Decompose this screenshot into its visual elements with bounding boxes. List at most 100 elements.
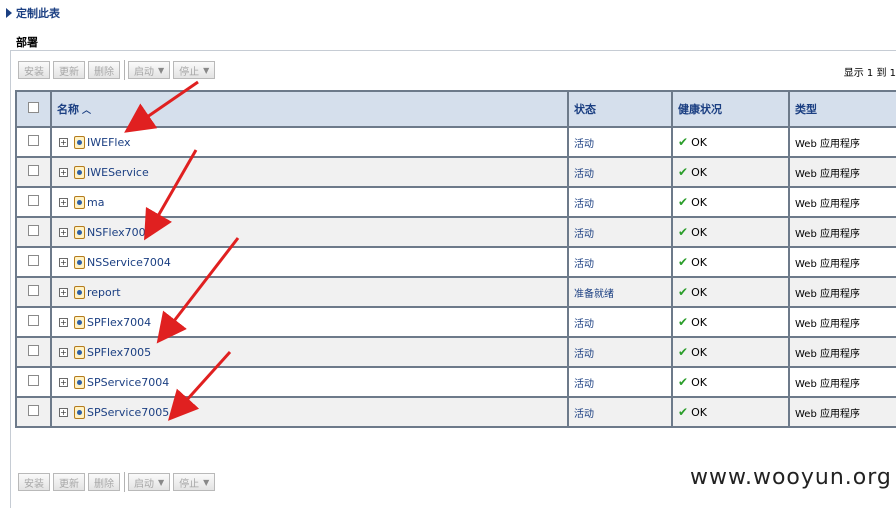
install-button[interactable]: 安装 [18, 473, 50, 491]
status-value: 活动 [574, 228, 594, 240]
application-icon [74, 405, 85, 419]
deployment-name-link[interactable]: NSService7004 [87, 256, 171, 269]
type-value: Web 应用程序 [795, 168, 860, 180]
deployment-name-link[interactable]: SPService7004 [87, 376, 169, 389]
install-button[interactable]: 安装 [18, 61, 50, 79]
status-value: 准备就绪 [574, 288, 614, 300]
health-value: OK [691, 375, 707, 389]
sort-ascending-icon[interactable]: ︿ [82, 106, 91, 116]
ok-check-icon: ✔ [678, 195, 689, 209]
row-checkbox[interactable] [28, 285, 39, 296]
start-label: 启动 [134, 478, 154, 490]
stop-dropdown[interactable]: 停止 ▼ [173, 61, 216, 79]
pager-info: 显示 1 到 1 [843, 68, 896, 79]
table-row: + SPFlex7004 活动 ✔ OK Web 应用程序 [15, 306, 896, 338]
ok-check-icon: ✔ [678, 165, 689, 179]
status-value: 活动 [574, 168, 594, 180]
delete-button[interactable]: 删除 [88, 61, 120, 79]
stop-label: 停止 [179, 66, 200, 78]
type-value: Web 应用程序 [795, 408, 860, 420]
health-value: OK [691, 135, 707, 149]
row-checkbox[interactable] [28, 345, 39, 356]
status-value: 活动 [574, 258, 594, 270]
type-value: Web 应用程序 [795, 258, 860, 270]
status-value: 活动 [574, 348, 594, 360]
expand-icon[interactable]: + [59, 317, 68, 327]
application-icon [74, 375, 85, 389]
table-row: + IWEService 活动 ✔ OK Web 应用程序 [15, 156, 896, 188]
deployment-name-link[interactable]: NSFlex7004 [87, 226, 153, 239]
column-health-header[interactable]: 健康状况 [671, 90, 790, 128]
table-row: + NSFlex7004 活动 ✔ OK Web 应用程序 [15, 216, 896, 248]
table-row: + SPService7005 活动 ✔ OK Web 应用程序 [15, 396, 896, 428]
expand-icon[interactable]: + [59, 407, 68, 417]
expand-icon[interactable]: + [59, 347, 68, 357]
toolbar-separator [124, 472, 125, 492]
table-header-row: 名称 ︿ 状态 健康状况 类型 [15, 90, 896, 128]
select-all-checkbox[interactable] [28, 102, 39, 113]
type-value: Web 应用程序 [795, 288, 860, 300]
row-checkbox[interactable] [28, 255, 39, 266]
update-button[interactable]: 更新 [53, 61, 85, 79]
type-value: Web 应用程序 [795, 198, 860, 210]
health-value: OK [691, 345, 707, 359]
type-value: Web 应用程序 [795, 228, 860, 240]
table-row: + SPService7004 活动 ✔ OK Web 应用程序 [15, 366, 896, 398]
status-value: 活动 [574, 378, 594, 390]
deployment-name-link[interactable]: SPFlex7005 [87, 346, 151, 359]
toolbar-bottom: 安装 更新 删除 启动 ▼ 停止 ▼ [18, 472, 218, 492]
row-checkbox[interactable] [28, 225, 39, 236]
deployment-name-link[interactable]: report [87, 286, 121, 299]
row-checkbox[interactable] [28, 315, 39, 326]
deployment-name-link[interactable]: SPFlex7004 [87, 316, 151, 329]
row-checkbox[interactable] [28, 135, 39, 146]
stop-dropdown[interactable]: 停止 ▼ [173, 473, 216, 491]
type-value: Web 应用程序 [795, 138, 860, 150]
row-checkbox[interactable] [28, 195, 39, 206]
expand-icon[interactable]: + [59, 287, 68, 297]
customize-label: 定制此表 [16, 7, 60, 20]
row-checkbox[interactable] [28, 165, 39, 176]
application-icon [74, 345, 85, 359]
column-name-header[interactable]: 名称 ︿ [50, 90, 569, 128]
application-icon [74, 285, 85, 299]
type-value: Web 应用程序 [795, 318, 860, 330]
update-button[interactable]: 更新 [53, 473, 85, 491]
status-value: 活动 [574, 198, 594, 210]
deployment-name-link[interactable]: IWEFlex [87, 136, 131, 149]
ok-check-icon: ✔ [678, 375, 689, 389]
expand-icon[interactable]: + [59, 377, 68, 387]
expand-icon[interactable]: + [59, 197, 68, 207]
chevron-down-icon: ▼ [158, 477, 165, 487]
type-value: Web 应用程序 [795, 378, 860, 390]
expand-icon[interactable]: + [59, 137, 68, 147]
deployment-name-link[interactable]: ma [87, 196, 104, 209]
column-type-header[interactable]: 类型 [788, 90, 896, 128]
health-value: OK [691, 255, 707, 269]
application-icon [74, 195, 85, 209]
column-status-header[interactable]: 状态 [567, 90, 673, 128]
table-row: + ma 活动 ✔ OK Web 应用程序 [15, 186, 896, 218]
start-dropdown[interactable]: 启动 ▼ [128, 473, 171, 491]
health-value: OK [691, 225, 707, 239]
expand-icon[interactable]: + [59, 227, 68, 237]
ok-check-icon: ✔ [678, 285, 689, 299]
table-row: + report 准备就绪 ✔ OK Web 应用程序 [15, 276, 896, 308]
table-row: + NSService7004 活动 ✔ OK Web 应用程序 [15, 246, 896, 278]
deployments-table: 名称 ︿ 状态 健康状况 类型 + IWEFlex 活动 ✔ OK Web 应用程序 + IWE… [15, 90, 896, 428]
expand-triangle-icon [6, 8, 12, 18]
deployment-name-link[interactable]: SPService7005 [87, 406, 169, 419]
row-checkbox[interactable] [28, 375, 39, 386]
status-value: 活动 [574, 138, 594, 150]
toolbar-separator [124, 60, 125, 80]
customize-table-link[interactable]: 定制此表 [6, 5, 60, 21]
expand-icon[interactable]: + [59, 167, 68, 177]
expand-icon[interactable]: + [59, 257, 68, 267]
chevron-down-icon: ▼ [203, 477, 210, 487]
delete-button[interactable]: 删除 [88, 473, 120, 491]
start-dropdown[interactable]: 启动 ▼ [128, 61, 171, 79]
deployment-name-link[interactable]: IWEService [87, 166, 149, 179]
health-value: OK [691, 285, 707, 299]
ok-check-icon: ✔ [678, 315, 689, 329]
row-checkbox[interactable] [28, 405, 39, 416]
